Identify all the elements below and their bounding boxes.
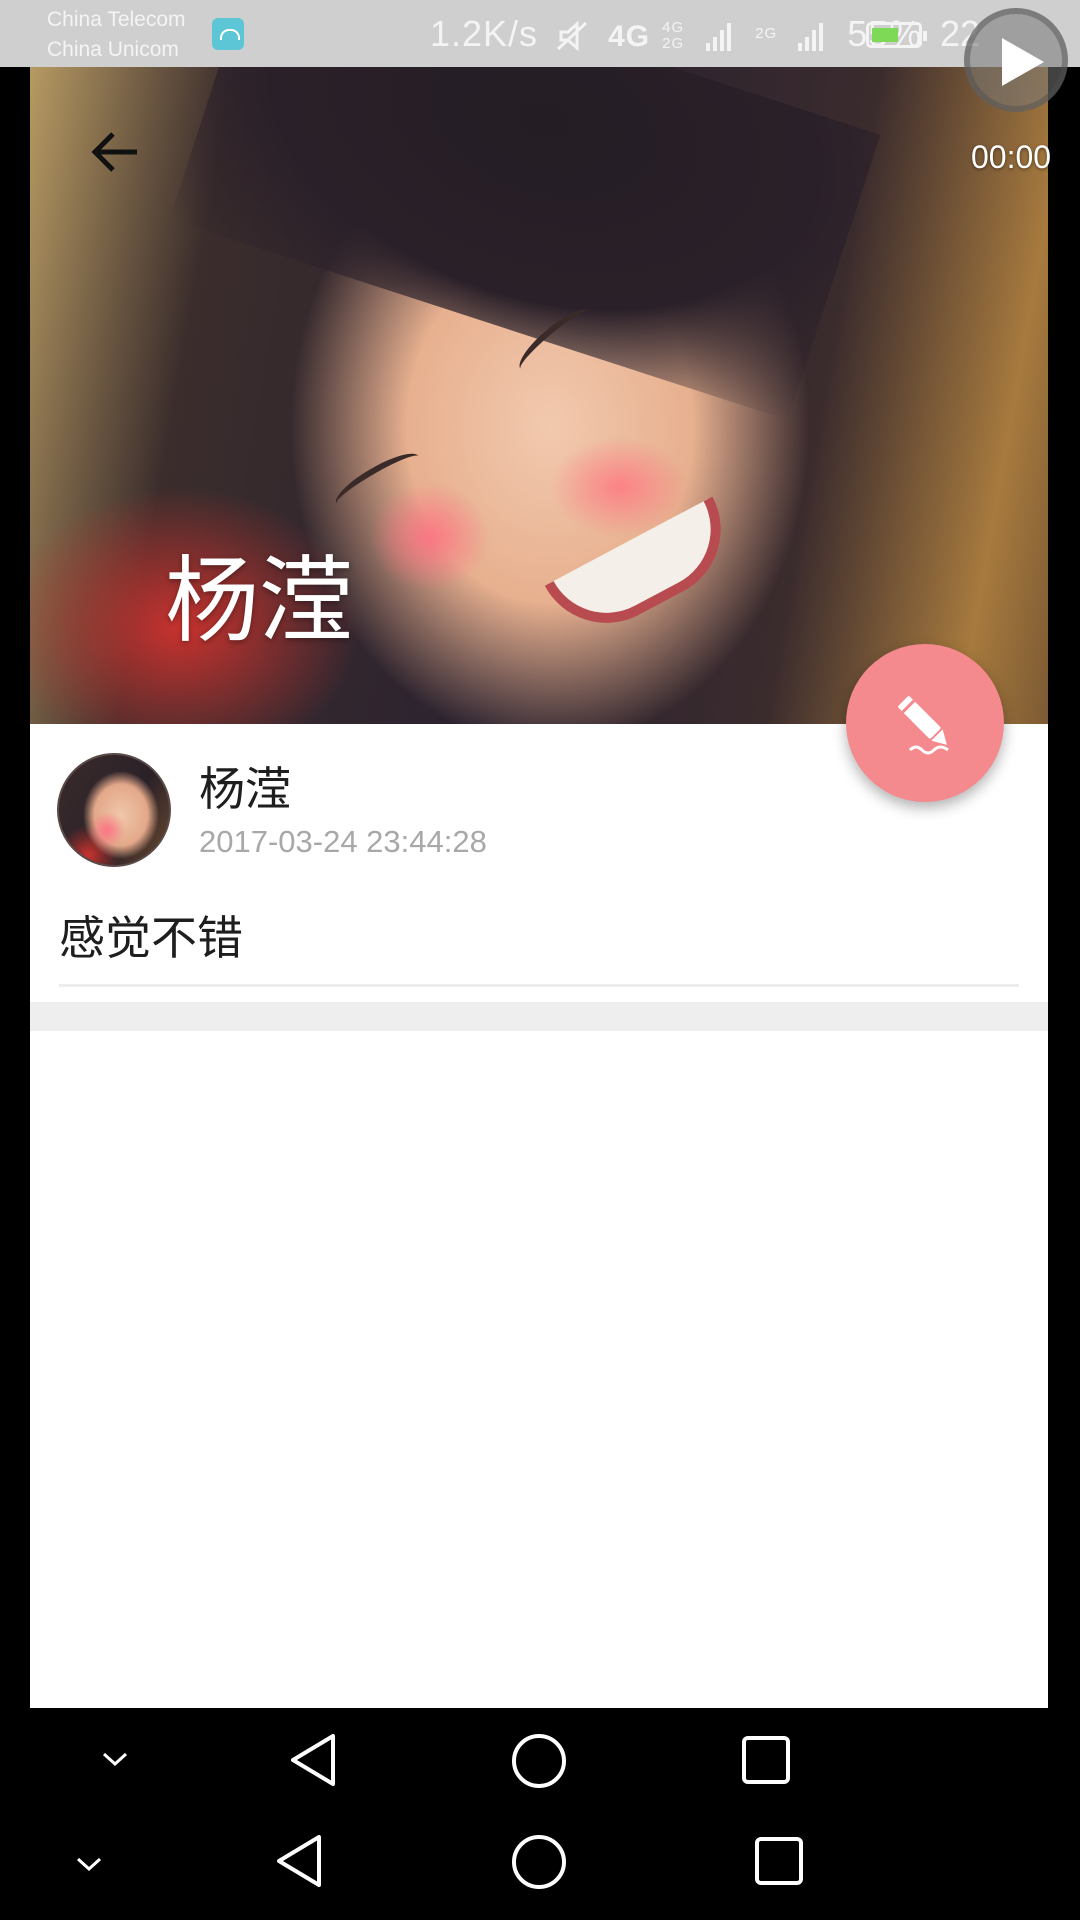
post-detail-screen: 杨滢 杨滢 2017-03-24 23:44:28 感觉不错 [30,67,1048,1708]
header-title: 杨滢 [165,547,354,656]
edit-fab-button[interactable] [846,644,1004,802]
navigation-bar-bottom [0,1815,1080,1915]
navigation-bar-top [0,1710,1080,1810]
back-arrow-icon[interactable] [85,122,145,182]
nav-home-icon[interactable] [510,1833,568,1891]
network-type-3: 2G [755,25,778,42]
header-cover-photo: 杨滢 [30,67,1048,724]
post-content: 感觉不错 [59,911,243,965]
carrier-1-label: China Telecom [47,8,186,31]
android-notification-icon [212,18,244,50]
status-bar: China Telecom China Unicom 1.2K/s 4G 4G … [0,0,1080,67]
nav-back-icon[interactable] [274,1833,324,1889]
network-type-2-bottom: 2G [662,35,685,53]
nav-recent-icon[interactable] [753,1835,805,1887]
play-icon [1002,38,1044,86]
section-separator [30,1002,1048,1031]
photo-detail-mouth [544,496,746,648]
avatar[interactable] [57,753,171,867]
photo-detail-eye [329,444,426,516]
network-type-1: 4G [608,20,651,53]
network-type-2: 4G 2G [661,20,685,52]
network-type-2-top: 4G [662,19,685,37]
author-name: 杨滢 [199,762,291,816]
chevron-down-icon[interactable] [100,1750,130,1770]
content-divider [59,984,1019,987]
battery-icon [866,22,927,48]
phone-screen: China Telecom China Unicom 1.2K/s 4G 4G … [0,0,1080,1920]
net-speed: 1.2K/s [430,13,539,54]
chevron-down-icon[interactable] [74,1855,104,1875]
recorder-timer: 00:00 [971,139,1052,175]
nav-back-icon[interactable] [288,1732,338,1788]
signal-icon-1 [706,23,732,52]
nav-recent-icon[interactable] [740,1734,792,1786]
recorder-play-button[interactable] [964,8,1068,112]
post-timestamp: 2017-03-24 23:44:28 [199,824,487,859]
signal-icon-2 [798,23,824,52]
pencil-icon [898,696,949,755]
nav-home-icon[interactable] [510,1732,568,1790]
mute-icon [557,21,588,52]
status-indicators: 1.2K/s 4G 4G 2G 2G 55% [430,12,922,59]
carrier-2-label: China Unicom [47,38,179,61]
